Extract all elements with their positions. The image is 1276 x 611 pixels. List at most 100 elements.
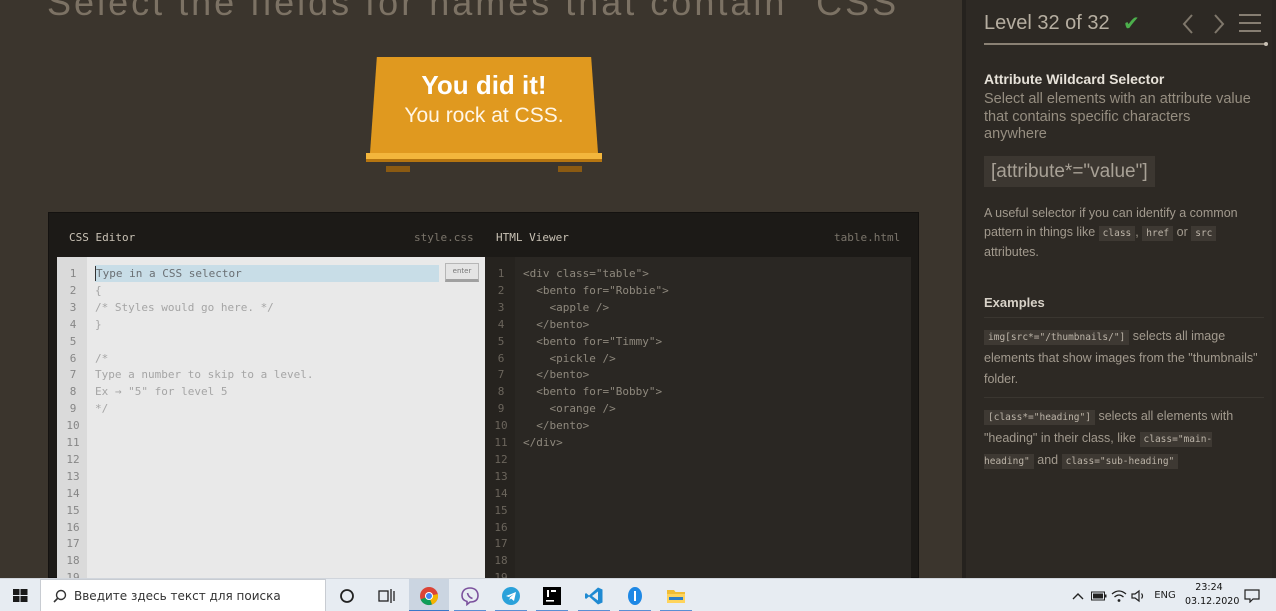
chevron-right-icon[interactable] (1208, 12, 1230, 36)
taskbar-clock[interactable]: 23:24 03.12.2020 (1185, 581, 1240, 609)
code-line: <orange /> (523, 402, 616, 416)
code-line: */ (95, 402, 109, 416)
telegram-icon (502, 586, 520, 605)
example-text: and (1037, 453, 1059, 467)
code-line: Type a number to skip to a level. (95, 368, 314, 382)
line-number: 16 (494, 520, 508, 534)
code-line: <bento for="Bobby"> (523, 385, 663, 399)
jetbrains-ide-icon (543, 586, 561, 605)
example-code: img[src*="/thumbnails/"] (984, 330, 1130, 345)
win-sign: You did it! You rock at CSS. (366, 57, 602, 162)
line-number: 17 (494, 537, 508, 551)
code-line: Ex → "5" for level 5 (95, 385, 228, 399)
selector-syntax: [attribute*="value"] (984, 156, 1155, 187)
taskbar-app-jetbrains[interactable] (532, 579, 572, 611)
win-subtitle: You rock at CSS. (404, 104, 564, 127)
code-line: } (95, 317, 102, 331)
example-code: [class*="heading"] (984, 410, 1095, 425)
html-viewer-title: HTML Viewer (496, 231, 569, 244)
chrome-icon (420, 586, 439, 605)
example-item: img[src*="/thumbnails/"] selects all ima… (984, 326, 1259, 390)
taskbar-app-vscode[interactable] (574, 579, 614, 611)
line-number: 18 (494, 554, 508, 568)
line-number: 5 (69, 334, 77, 348)
line-number: 10 (494, 419, 508, 433)
code-line: </bento> (523, 419, 590, 433)
windows-logo-icon (13, 589, 28, 602)
level-indicator: Level 32 of 32 (984, 12, 1110, 34)
line-number: 11 (494, 436, 508, 449)
hint-code-class: class (1098, 226, 1136, 241)
line-number: 4 (497, 317, 505, 331)
line-number: 3 (497, 300, 505, 314)
taskbar-app-viber[interactable] (450, 579, 490, 611)
code-line: </bento> (523, 317, 590, 331)
vscode-icon (585, 587, 603, 604)
code-line: /* (95, 351, 109, 365)
code-line: <apple /> (523, 300, 610, 314)
level-progress-bar (984, 43, 1266, 45)
line-number: 1 (69, 267, 77, 280)
line-number: 12 (494, 452, 508, 466)
line-number: 16 (66, 520, 80, 534)
clock-date: 03.12.2020 (1185, 596, 1240, 607)
code-line: /* Styles would go here. */ (95, 300, 274, 314)
css-editor-pane[interactable]: 1 2{3/* Styles would go here. */4} 5 6/* 7 Ty… (57, 257, 485, 578)
tray-overflow-chevron-icon[interactable] (1070, 579, 1086, 611)
progress-end-marker (1264, 42, 1268, 46)
taskbar-search[interactable] (40, 579, 326, 611)
clock-time: 23:24 (1195, 582, 1223, 593)
line-number: 14 (494, 486, 508, 500)
html-file-name: table.html (834, 231, 901, 244)
language-indicator[interactable]: ENG (1152, 579, 1178, 611)
level-progress-fill (984, 43, 1266, 45)
check-icon: ✔ (1123, 11, 1140, 35)
search-icon (53, 589, 67, 603)
selector-hint: A useful selector if you can identify a … (984, 204, 1259, 262)
line-number: 11 (66, 436, 80, 449)
enter-button[interactable]: enter (445, 263, 479, 282)
start-button[interactable] (0, 579, 40, 611)
level-instruction: Select the fields for names that contain… (47, 0, 915, 23)
example-code: class="sub-heading" (1061, 454, 1179, 469)
volume-icon[interactable] (1130, 579, 1148, 611)
example-item: [class*="heading"] selects all elements … (984, 406, 1259, 472)
hint-text-end: attributes. (984, 245, 1039, 259)
html-viewer-pane: 1 <div class="table"> 2 <bento for="Robbie… (485, 257, 911, 578)
line-number: 13 (494, 469, 508, 483)
css-selector-input[interactable] (95, 265, 439, 282)
game-area: Select the fields for names that contain… (0, 0, 962, 578)
hamburger-menu-icon[interactable] (1239, 14, 1261, 34)
viber-icon (461, 586, 479, 606)
line-number: 6 (69, 351, 77, 365)
hint-separator: , (1135, 225, 1139, 239)
line-number: 12 (66, 452, 80, 466)
level-sidebar: Level 32 of 32 ✔ Attribute Wildcard Sele… (966, 0, 1276, 578)
line-number: 4 (69, 317, 77, 331)
example-divider (984, 397, 1264, 398)
line-number: 13 (66, 469, 80, 483)
line-number: 19 (494, 571, 508, 578)
line-number: 9 (69, 402, 77, 416)
line-number: 6 (497, 351, 505, 365)
taskbar-app-file-explorer[interactable] (656, 579, 696, 611)
task-view-button[interactable] (367, 579, 407, 611)
windows-taskbar: ENG 23:24 03.12.2020 (0, 578, 1276, 611)
taskbar-search-input[interactable] (74, 586, 314, 606)
task-view-icon (378, 588, 395, 603)
win-sign-edge (366, 153, 602, 162)
code-line: </div> (523, 436, 563, 449)
wifi-icon[interactable] (1110, 579, 1128, 611)
line-number: 15 (494, 503, 508, 517)
code-line: <bento for="Timmy"> (523, 334, 663, 348)
code-line: </bento> (523, 368, 590, 382)
chevron-left-icon[interactable] (1177, 12, 1199, 36)
taskbar-app-chrome[interactable] (409, 579, 449, 611)
cortana-button[interactable] (327, 579, 367, 611)
taskbar-app-bluetooth-tool[interactable] (615, 579, 655, 611)
sidebar-scrollbar[interactable] (1272, 0, 1276, 578)
blue-app-icon (628, 586, 642, 605)
taskbar-app-telegram[interactable] (491, 579, 531, 611)
notifications-icon[interactable] (1240, 579, 1264, 611)
battery-icon[interactable] (1090, 579, 1108, 611)
